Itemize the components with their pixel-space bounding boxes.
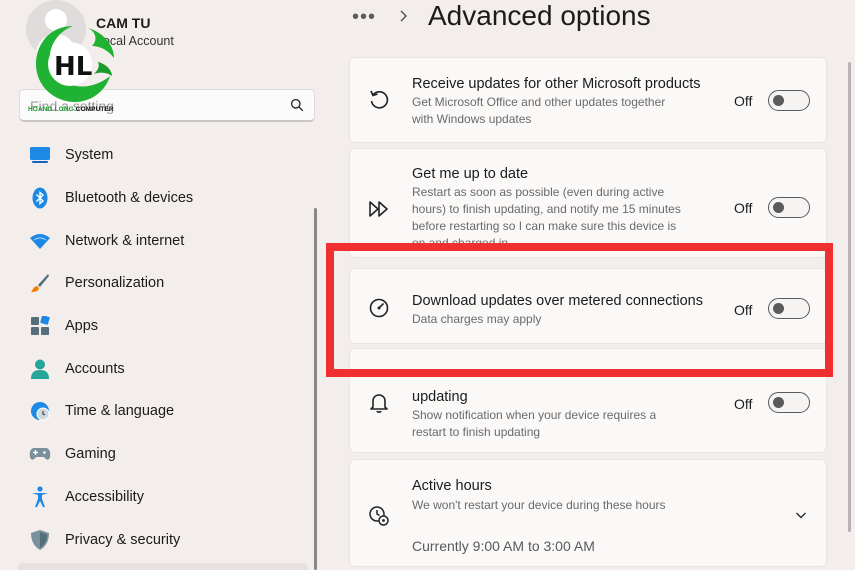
notify-restart-toggle[interactable] xyxy=(768,392,810,413)
card-title: updating xyxy=(412,389,468,405)
breadcrumb-chevron-icon xyxy=(400,10,408,22)
card-title: Download updates over metered connection… xyxy=(412,293,703,309)
toggle-state-label: Off xyxy=(734,93,753,109)
sidebar-item-label: Network & internet xyxy=(65,232,185,249)
sidebar-item-label: Gaming xyxy=(65,446,116,463)
sidebar-item-apps[interactable]: Apps xyxy=(20,305,310,348)
sidebar-item-gaming[interactable]: Gaming xyxy=(20,433,310,476)
bell-icon xyxy=(370,394,388,413)
card-get-up-to-date: Get me up to date Restart as soon as pos… xyxy=(349,148,827,258)
card-active-hours[interactable]: Active hours We won't restart your devic… xyxy=(349,459,827,567)
gamepad-icon xyxy=(29,443,51,465)
get-up-to-date-toggle[interactable] xyxy=(768,197,810,218)
card-description: Get Microsoft Office and other updates t… xyxy=(412,95,666,126)
watermark-brand: HOANG LONG COMPUTER xyxy=(28,106,114,113)
accessibility-icon xyxy=(29,486,51,508)
sidebar-item-bluetooth[interactable]: Bluetooth & devices xyxy=(20,177,310,220)
sidebar-item-system[interactable]: System xyxy=(20,134,310,177)
sidebar-item-network[interactable]: Network & internet xyxy=(20,219,310,262)
paintbrush-icon xyxy=(29,272,51,294)
fast-forward-icon xyxy=(369,201,388,217)
sidebar-item-label: Apps xyxy=(65,318,99,335)
sidebar-item-accessibility[interactable]: Accessibility xyxy=(20,476,310,519)
wifi-icon xyxy=(29,230,51,252)
sidebar-item-label: System xyxy=(65,147,114,164)
more-options-button[interactable]: ••• xyxy=(352,6,376,29)
card-description: Show notification when your device requi… xyxy=(412,408,657,439)
active-hours-value: Currently 9:00 AM to 3:00 AM xyxy=(412,538,595,554)
toggle-state-label: Off xyxy=(734,302,753,318)
sidebar-scrollbar[interactable] xyxy=(314,208,317,570)
sidebar-item-label: Time & language xyxy=(65,403,175,420)
clock-settings-icon xyxy=(369,506,389,526)
card-description: We won't restart your device during thes… xyxy=(412,498,666,512)
card-notify-restart: updating Show notification when your dev… xyxy=(349,348,827,453)
sidebar-item-label: Bluetooth & devices xyxy=(65,190,194,207)
apps-icon xyxy=(29,315,51,337)
sidebar-selected-item-edge[interactable] xyxy=(18,563,308,570)
sidebar-nav: System Bluetooth & devices Network & int… xyxy=(20,134,310,561)
card-title: Get me up to date xyxy=(412,166,529,182)
sidebar-item-accounts[interactable]: Accounts xyxy=(20,347,310,390)
content-scrollbar[interactable] xyxy=(848,62,851,532)
person-icon xyxy=(29,358,51,380)
sidebar-item-label: Accessibility xyxy=(65,488,144,505)
svg-text:HL: HL xyxy=(54,52,92,82)
card-metered-connections: Download updates over metered connection… xyxy=(349,268,827,344)
bluetooth-icon xyxy=(29,187,51,209)
globe-clock-icon xyxy=(29,400,51,422)
shield-icon xyxy=(29,529,51,551)
metered-connections-toggle[interactable] xyxy=(768,298,810,319)
chevron-down-icon[interactable] xyxy=(794,508,808,522)
watermark-logo: HL HOANG LONG COMPUTER xyxy=(28,18,118,114)
card-title: Active hours xyxy=(412,478,492,494)
receive-updates-toggle[interactable] xyxy=(768,90,810,111)
page-title: Advanced options xyxy=(428,0,651,31)
sidebar: CAM TU Local Account Find a setting HL H… xyxy=(0,0,330,570)
speedometer-icon xyxy=(369,298,389,318)
sidebar-item-privacy-security[interactable]: Privacy & security xyxy=(20,518,310,561)
refresh-icon xyxy=(370,90,389,109)
card-description: Restart as soon as possible (even during… xyxy=(412,185,681,250)
sidebar-item-label: Accounts xyxy=(65,360,125,377)
search-icon[interactable] xyxy=(290,98,304,112)
toggle-state-label: Off xyxy=(734,200,753,216)
sidebar-item-time-language[interactable]: Time & language xyxy=(20,390,310,433)
card-receive-updates: Receive updates for other Microsoft prod… xyxy=(349,57,827,143)
card-title: Receive updates for other Microsoft prod… xyxy=(412,76,701,92)
sidebar-item-label: Privacy & security xyxy=(65,531,181,548)
sidebar-item-label: Personalization xyxy=(65,275,165,292)
card-description: Data charges may apply xyxy=(412,312,542,326)
sidebar-item-personalization[interactable]: Personalization xyxy=(20,262,310,305)
toggle-state-label: Off xyxy=(734,396,753,412)
monitor-icon xyxy=(29,144,51,166)
